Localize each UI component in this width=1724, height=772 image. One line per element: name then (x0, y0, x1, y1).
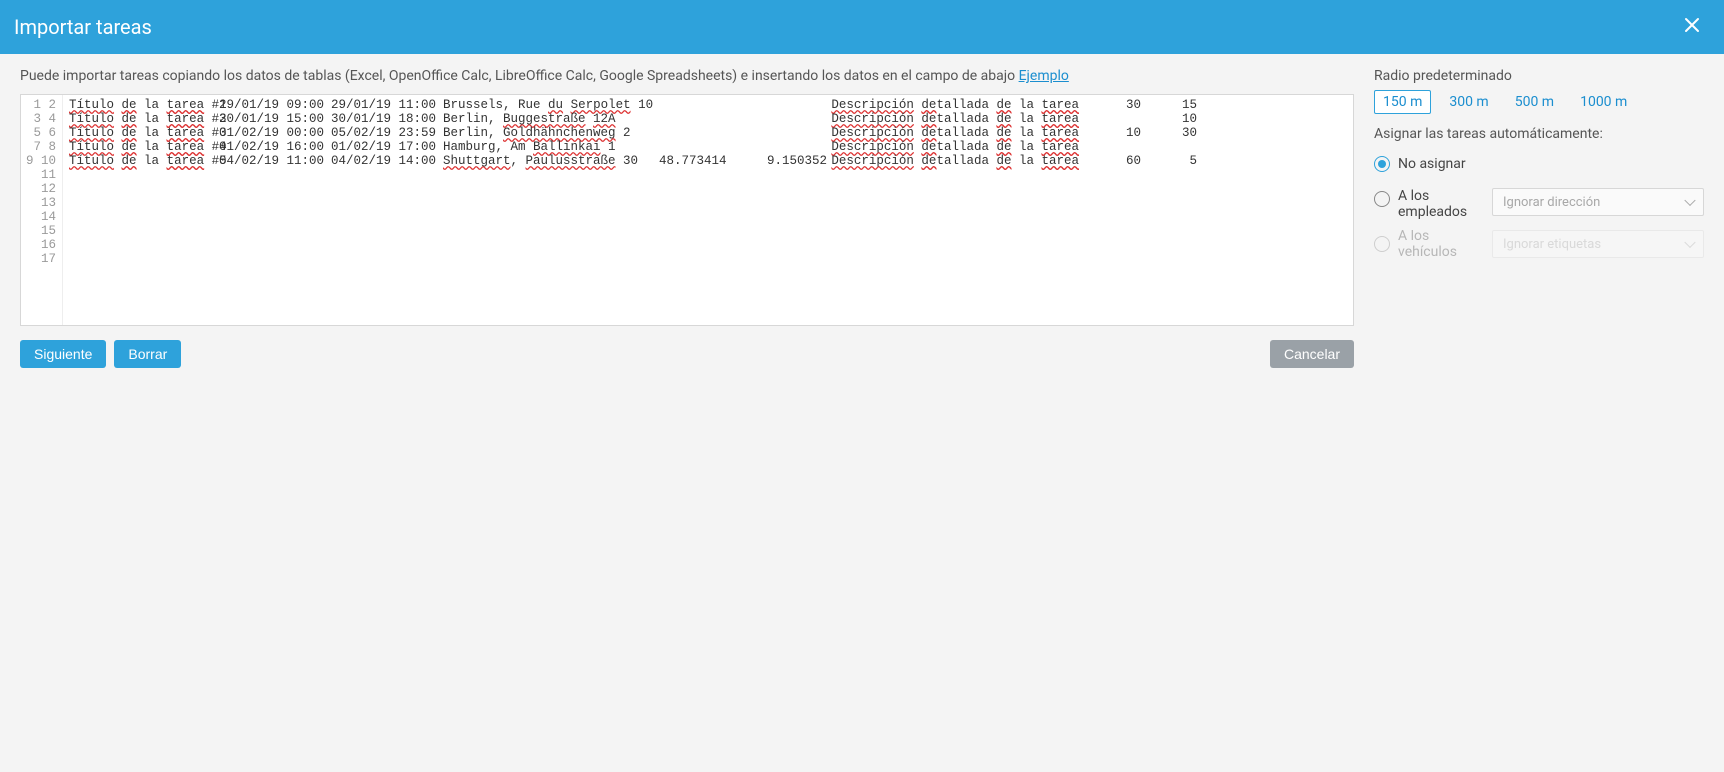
right-column: Radio predeterminado 150 m 300 m 500 m 1000… (1374, 68, 1704, 368)
paste-textarea[interactable]: Título de la tarea #129/01/19 09:0029/01… (63, 95, 1353, 325)
assign-label: Asignar las tareas automáticamente: (1374, 126, 1704, 142)
radius-option[interactable]: 300 m (1441, 91, 1496, 113)
cancel-button[interactable]: Cancelar (1270, 340, 1354, 368)
assign-option-none[interactable]: No asignar (1374, 150, 1704, 178)
example-link[interactable]: Ejemplo (1019, 68, 1069, 84)
radius-option[interactable]: 150 m (1374, 90, 1431, 114)
code-line: Título de la tarea #301/02/19 00:0005/02… (69, 126, 1347, 140)
radius-label: Radio predeterminado (1374, 68, 1704, 84)
code-line: Título de la tarea #230/01/19 15:0030/01… (69, 112, 1347, 126)
code-line: Título de la tarea #504/02/19 11:0004/02… (69, 154, 1347, 168)
assign-option-vehicles[interactable]: A los vehículos Ignorar etiquetas (1374, 230, 1704, 258)
modal-header: Importar tareas (0, 0, 1724, 54)
radius-option[interactable]: 1000 m (1572, 91, 1635, 113)
next-button[interactable]: Siguiente (20, 340, 106, 368)
code-line: Título de la tarea #129/01/19 09:0029/01… (69, 98, 1347, 112)
import-tasks-modal: Importar tareas Puede importar tareas co… (0, 0, 1724, 382)
radius-option[interactable]: 500 m (1507, 91, 1562, 113)
left-column: Puede importar tareas copiando los datos… (20, 68, 1354, 368)
employee-direction-select[interactable]: Ignorar dirección (1492, 188, 1704, 216)
code-line: Título de la tarea #401/02/19 16:0001/02… (69, 140, 1347, 154)
modal-title: Importar tareas (14, 15, 152, 39)
radio-icon[interactable] (1374, 191, 1390, 207)
clear-button[interactable]: Borrar (114, 340, 181, 368)
button-row: Siguiente Borrar Cancelar (20, 340, 1354, 368)
radio-icon[interactable] (1374, 156, 1390, 172)
radius-option-group: 150 m 300 m 500 m 1000 m (1374, 90, 1704, 114)
assign-option-employees[interactable]: A los empleados Ignorar dirección (1374, 188, 1704, 220)
modal-body: Puede importar tareas copiando los datos… (0, 54, 1724, 382)
paste-editor[interactable]: 1 2 3 4 5 6 7 8 9 10 11 12 13 14 15 16 1… (20, 94, 1354, 326)
radio-icon[interactable] (1374, 236, 1390, 252)
intro-text: Puede importar tareas copiando los datos… (20, 68, 1354, 84)
close-icon[interactable] (1680, 12, 1704, 42)
line-gutter: 1 2 3 4 5 6 7 8 9 10 11 12 13 14 15 16 1… (21, 95, 63, 325)
vehicle-select[interactable]: Ignorar etiquetas (1492, 230, 1704, 258)
